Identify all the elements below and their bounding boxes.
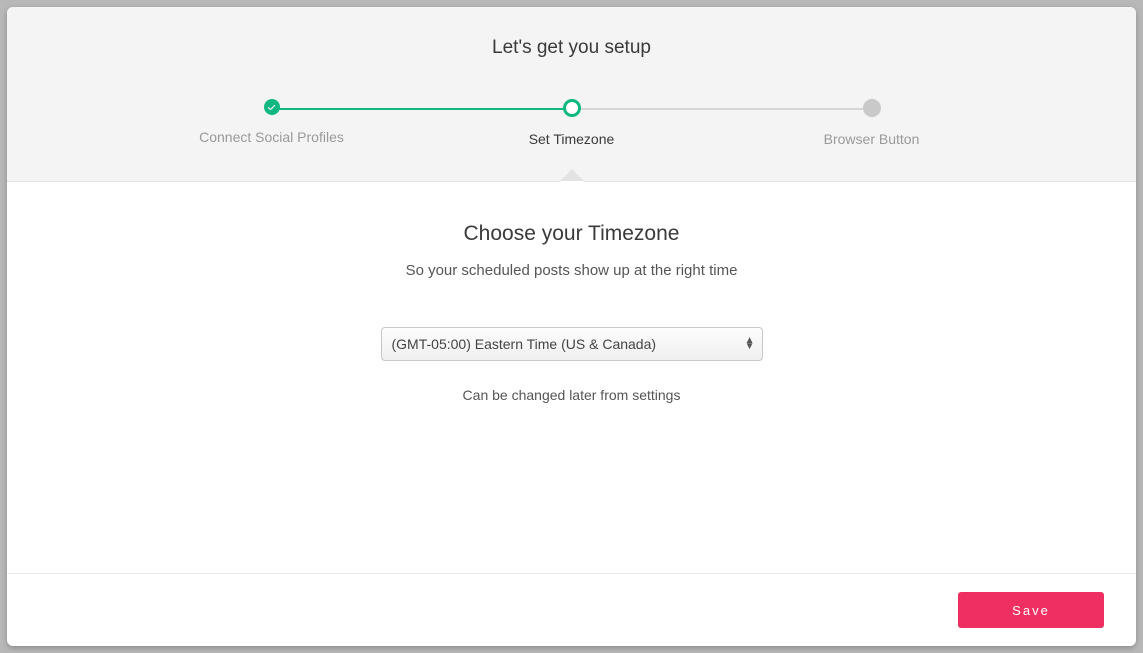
timezone-hint: Can be changed later from settings	[7, 387, 1136, 403]
timezone-select[interactable]: (GMT-05:00) Eastern Time (US & Canada)	[381, 327, 763, 361]
setup-modal: Let's get you setup Connect Social Profi…	[7, 7, 1136, 646]
step-connect-social[interactable]: Connect Social Profiles	[172, 99, 372, 145]
progress-stepper: Connect Social Profiles Set Timezone Bro…	[262, 99, 882, 159]
modal-header: Let's get you setup Connect Social Profi…	[7, 7, 1136, 182]
step-dot-icon	[563, 99, 581, 117]
section-heading: Choose your Timezone	[7, 222, 1136, 246]
section-subheading: So your scheduled posts show up at the r…	[7, 262, 1136, 279]
modal-footer: Save	[7, 573, 1136, 646]
timezone-select-wrap: (GMT-05:00) Eastern Time (US & Canada) ▲…	[381, 327, 763, 361]
modal-body: Choose your Timezone So your scheduled p…	[7, 182, 1136, 573]
checkmark-icon	[264, 99, 280, 115]
step-label: Browser Button	[772, 131, 972, 147]
step-dot-icon	[863, 99, 881, 117]
step-label: Set Timezone	[472, 131, 672, 147]
active-step-caret-icon	[560, 170, 584, 182]
step-set-timezone[interactable]: Set Timezone	[472, 99, 672, 147]
page-title: Let's get you setup	[7, 37, 1136, 59]
step-label: Connect Social Profiles	[172, 129, 372, 145]
save-button[interactable]: Save	[958, 592, 1104, 628]
step-browser-button[interactable]: Browser Button	[772, 99, 972, 147]
